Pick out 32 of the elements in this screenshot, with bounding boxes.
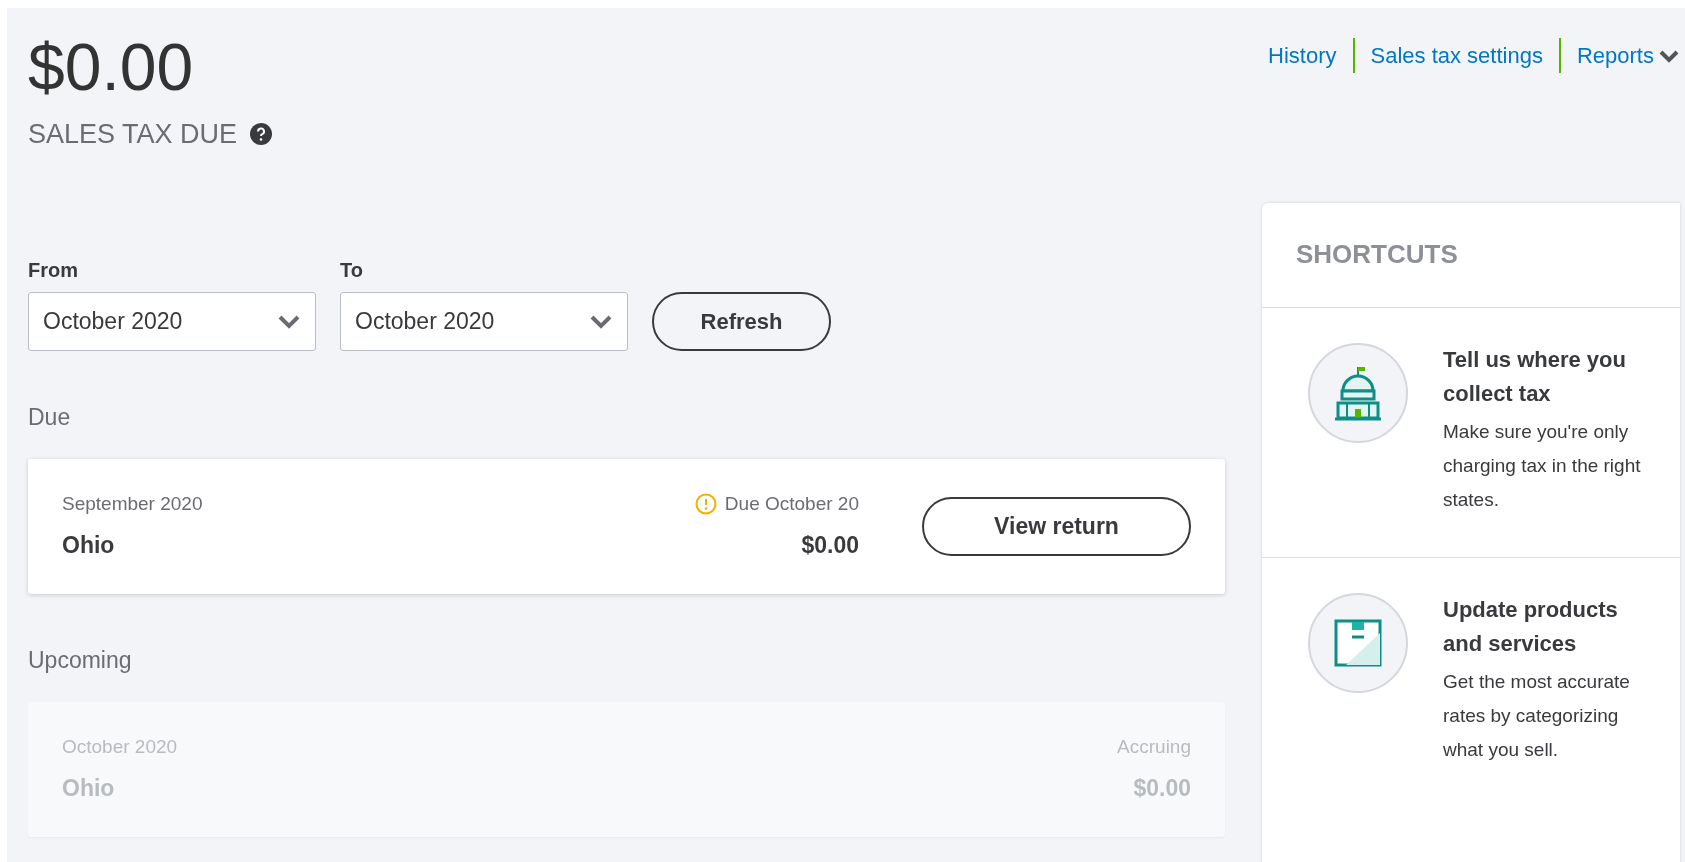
- tax-amount: $0.00: [28, 34, 195, 100]
- view-return-button[interactable]: View return: [922, 496, 1191, 556]
- shortcut-description: Make sure you're only charging tax in the right states.: [1443, 419, 1642, 512]
- status-text: Due October 20: [724, 491, 859, 516]
- amount-text: $0.00: [801, 531, 859, 560]
- shortcut-description: Get the most accurate rates by categorizing what you sell.: [1443, 669, 1631, 762]
- amount-text: $0.00: [1133, 774, 1191, 803]
- field-label: From: [28, 257, 79, 282]
- chevron-down-icon: [589, 313, 613, 329]
- state-name: Ohio: [62, 531, 116, 560]
- section-heading: Due: [28, 402, 72, 431]
- chevron-down-icon: [277, 313, 301, 329]
- date-dropdown[interactable]: October 2020: [340, 291, 628, 351]
- warning-icon: [694, 492, 717, 515]
- date-dropdown[interactable]: October 2020: [28, 291, 316, 351]
- period-text: October 2020: [62, 734, 179, 759]
- shortcuts-heading: SHORTCUTS: [1296, 238, 1458, 271]
- section-heading: Upcoming: [28, 645, 133, 674]
- tax-due-label: SALES TAX DUE: [28, 118, 238, 151]
- status-text: Accruing: [1117, 734, 1191, 759]
- reports-dropdown[interactable]: Reports: [1576, 39, 1680, 72]
- shortcut-title[interactable]: Update products and services: [1443, 592, 1643, 661]
- shortcut-title[interactable]: Tell us where you collect tax: [1443, 342, 1643, 411]
- help-icon[interactable]: [249, 122, 274, 147]
- period-text: September 2020: [62, 491, 204, 516]
- field-label: To: [340, 257, 364, 282]
- building-icon: [1333, 364, 1383, 421]
- nav-link[interactable]: History: [1268, 39, 1337, 72]
- state-name: Ohio: [62, 774, 116, 803]
- refresh-button[interactable]: Refresh: [652, 291, 831, 351]
- nav-link[interactable]: Sales tax settings: [1370, 39, 1543, 72]
- box-icon: [1334, 618, 1382, 667]
